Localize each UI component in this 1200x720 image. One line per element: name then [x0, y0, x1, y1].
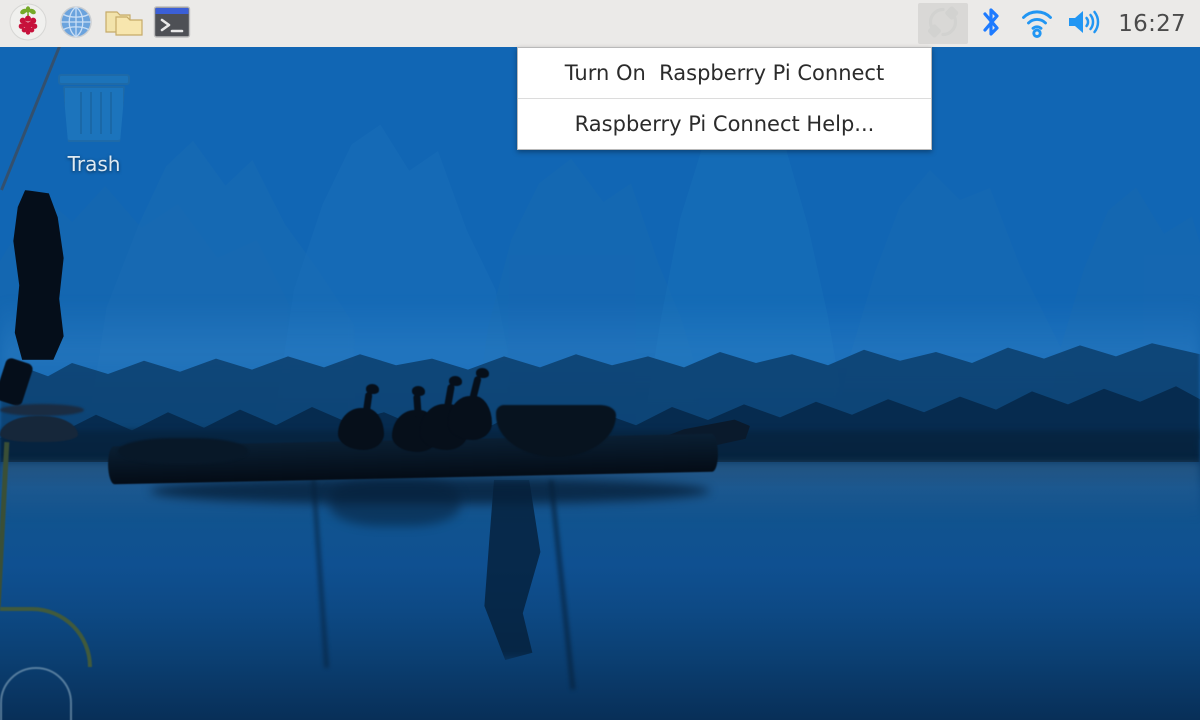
bluetooth-button[interactable] — [968, 3, 1014, 44]
desktop-icon-trash[interactable]: Trash — [44, 66, 144, 176]
taskbar-clock[interactable]: 16:27 — [1106, 11, 1190, 37]
birds-reflection — [330, 478, 460, 526]
menu-item-help[interactable]: Raspberry Pi Connect Help... — [518, 99, 931, 149]
terminal-button[interactable] — [150, 2, 194, 46]
trash-bin-icon — [58, 74, 130, 144]
cormorant-bird — [448, 368, 492, 440]
connect-icon — [926, 5, 960, 43]
raft-logs — [118, 438, 248, 464]
raspberry-pi-connect-menu: Turn On Raspberry Pi Connect Raspberry P… — [517, 47, 932, 150]
file-manager-button[interactable] — [102, 2, 146, 46]
raspberry-pi-connect-button[interactable] — [918, 3, 969, 44]
volume-button[interactable] — [1060, 3, 1106, 44]
taskbar: 16:27 — [0, 0, 1200, 47]
main-menu-button[interactable] — [6, 2, 50, 46]
desktop-icon-label: Trash — [67, 152, 121, 176]
raspberry-pi-icon — [9, 3, 47, 45]
cormorant-bird — [338, 384, 384, 450]
bluetooth-icon — [976, 5, 1006, 43]
taskbar-tray: 16:27 — [918, 3, 1200, 44]
terminal-icon — [153, 5, 191, 43]
fisherman-hat-brim — [0, 404, 84, 416]
web-browser-button[interactable] — [54, 2, 98, 46]
wifi-icon — [1019, 6, 1055, 42]
folders-icon — [105, 6, 143, 42]
speaker-icon — [1065, 7, 1101, 41]
desktop-screen: Trash 16:27 Turn On Raspberry Pi Connect… — [0, 0, 1200, 720]
wifi-button[interactable] — [1014, 3, 1060, 44]
globe-icon — [58, 4, 94, 44]
menu-item-turn-on[interactable]: Turn On Raspberry Pi Connect — [518, 48, 931, 98]
taskbar-launchers — [0, 2, 194, 46]
